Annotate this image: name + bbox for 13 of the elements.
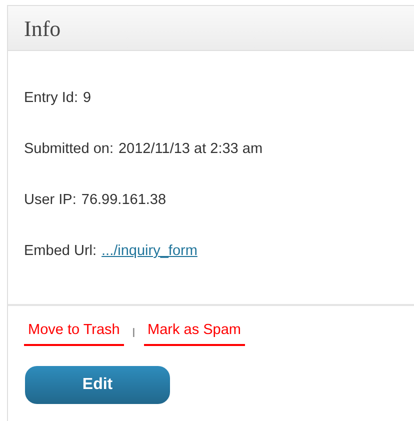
panel-title: Info <box>24 14 61 42</box>
field-label: Submitted on: <box>24 140 114 159</box>
separator: I <box>132 324 136 342</box>
field-label: Embed Url: <box>24 242 97 261</box>
field-value: 2012/11/13 at 2:33 am <box>118 140 263 159</box>
field-value: 9 <box>83 89 92 108</box>
field-label: User IP: <box>24 191 76 210</box>
field-value: 76.99.161.38 <box>81 191 166 210</box>
edit-button[interactable]: Edit <box>25 366 170 404</box>
field-label: Entry Id: <box>24 89 78 108</box>
action-link[interactable]: Move to Trash <box>24 320 124 346</box>
embed-link[interactable]: .../inquiry_form <box>102 241 198 262</box>
action-link[interactable]: Mark as Spam <box>144 320 245 346</box>
